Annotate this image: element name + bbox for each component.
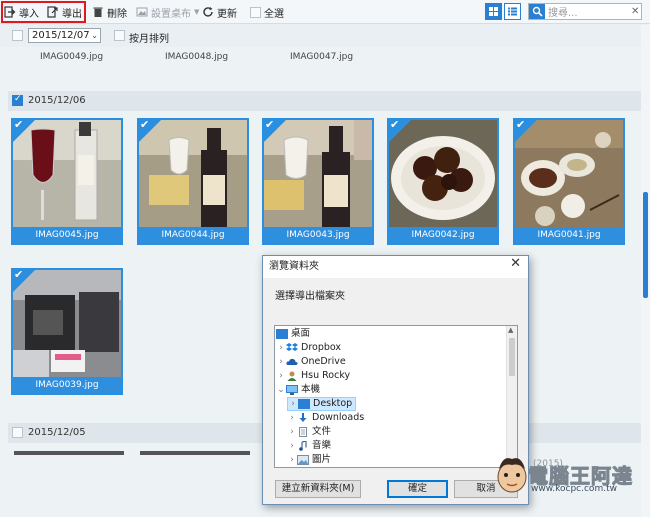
- group-checkbox[interactable]: [12, 94, 23, 106]
- search-icon: [529, 4, 545, 19]
- photo-thumbnail[interactable]: ✔ IMAG0043.jpg: [262, 118, 374, 245]
- scrollbar[interactable]: [641, 25, 650, 517]
- desktop-icon: [276, 329, 288, 339]
- tree-scrollbar[interactable]: ▲ ▼: [506, 326, 517, 467]
- dialog-message: 選擇導出檔案夾: [275, 291, 345, 302]
- date-group-header[interactable]: 2015/12/06: [8, 91, 641, 111]
- download-icon: [297, 413, 309, 423]
- list-icon: [508, 7, 517, 16]
- chevron-down-icon: ▼: [194, 8, 200, 16]
- chevron-right-icon[interactable]: ›: [287, 411, 297, 425]
- sort-by-month-checkbox[interactable]: [114, 30, 125, 41]
- delete-button[interactable]: 刪除: [92, 4, 127, 20]
- scroll-up-icon[interactable]: ▲: [508, 326, 513, 334]
- tree-item-desktop-root[interactable]: 桌面: [276, 327, 310, 341]
- grid-icon: [489, 7, 498, 16]
- image-icon: [136, 6, 148, 18]
- tree-item-user[interactable]: › Hsu Rocky: [276, 369, 350, 383]
- tree-item-music[interactable]: › 音樂: [287, 439, 331, 453]
- grid-view-button[interactable]: [485, 3, 502, 20]
- desktop-icon: [298, 399, 310, 409]
- date-filter-checkbox[interactable]: [12, 30, 23, 41]
- checkmark-icon: ✔: [516, 118, 526, 131]
- close-icon[interactable]: ✕: [510, 256, 521, 271]
- user-icon: [286, 371, 298, 381]
- watermark-url: www.kocpc.com.tw: [531, 484, 617, 494]
- tree-item-onedrive[interactable]: › OneDrive: [276, 355, 345, 369]
- scrollbar-thumb[interactable]: [643, 192, 648, 298]
- chevron-right-icon[interactable]: ›: [288, 397, 298, 411]
- dropbox-icon: [286, 343, 298, 353]
- chevron-right-icon[interactable]: ›: [287, 425, 297, 439]
- new-folder-button[interactable]: 建立新資料夾(M): [275, 480, 361, 498]
- tree-item-dropbox[interactable]: › Dropbox: [276, 341, 341, 355]
- photo-caption: IMAG0044.jpg: [139, 227, 247, 243]
- sort-by-month-label: 按月排列: [129, 34, 169, 45]
- chevron-right-icon[interactable]: ›: [287, 453, 297, 467]
- cloud-icon: [286, 357, 298, 367]
- watermark: 電腦王阿達 www.kocpc.com.tw: [493, 451, 643, 501]
- date-select[interactable]: 2015/12/07 ⌄: [28, 28, 101, 43]
- trash-icon: [92, 6, 104, 18]
- refresh-icon: [202, 6, 214, 18]
- tree-item-desktop[interactable]: › Desktop: [287, 397, 357, 411]
- document-icon: [297, 427, 309, 437]
- chevron-right-icon[interactable]: ›: [276, 355, 286, 369]
- photo-caption: IMAG0043.jpg: [264, 227, 372, 243]
- chevron-right-icon[interactable]: ›: [287, 439, 297, 453]
- tree-scrollbar-thumb[interactable]: [509, 338, 515, 376]
- set-wallpaper-button[interactable]: 設置桌布 ▼: [136, 4, 199, 20]
- folder-tree[interactable]: 桌面 › Dropbox › OneDrive › Hsu Rocky ⌄ 本機…: [274, 325, 518, 468]
- photo-thumbnail[interactable]: ✔ IMAG0044.jpg: [137, 118, 249, 245]
- ok-button[interactable]: 確定: [387, 480, 448, 498]
- tree-item-downloads[interactable]: › Downloads: [287, 411, 364, 425]
- mascot-logo: [495, 455, 529, 495]
- file-name: IMAG0048.jpg: [165, 52, 229, 62]
- dialog-title: 瀏覽資料夾: [263, 256, 528, 278]
- chevron-down-icon: ⌄: [91, 31, 98, 40]
- browse-folder-dialog: 瀏覽資料夾 ✕ 選擇導出檔案夾 桌面 › Dropbox › OneDrive …: [262, 255, 529, 505]
- highlight-box: [1, 1, 86, 23]
- checkmark-icon: ✔: [14, 118, 24, 131]
- checkmark-icon: ✔: [14, 268, 24, 281]
- music-icon: [297, 440, 309, 451]
- checkbox-icon: [250, 6, 261, 18]
- photo-thumbnail[interactable]: ✔ IMAG0039.jpg: [11, 268, 123, 395]
- photo-caption: IMAG0045.jpg: [13, 227, 121, 243]
- checkmark-icon: ✔: [265, 118, 275, 131]
- list-view-button[interactable]: [504, 3, 521, 20]
- checkmark-icon: ✔: [140, 118, 150, 131]
- photo-thumbnail[interactable]: ✔ IMAG0042.jpg: [387, 118, 499, 245]
- file-name: IMAG0047.jpg: [290, 52, 354, 62]
- computer-icon: [286, 385, 298, 395]
- tree-item-documents[interactable]: › 文件: [287, 425, 331, 439]
- photo-caption: IMAG0041.jpg: [515, 227, 623, 243]
- clear-icon[interactable]: ✕: [631, 6, 641, 17]
- search-box[interactable]: 搜尋... ✕: [528, 3, 642, 20]
- picture-icon: [297, 455, 309, 465]
- tree-item-this-pc[interactable]: ⌄ 本機: [276, 383, 320, 397]
- file-name: IMAG0049.jpg: [40, 52, 104, 62]
- chevron-down-icon[interactable]: ⌄: [276, 383, 286, 397]
- checkmark-icon: ✔: [390, 118, 400, 131]
- chevron-right-icon[interactable]: ›: [276, 369, 286, 383]
- photo-caption: IMAG0039.jpg: [13, 377, 121, 393]
- photo-thumbnail[interactable]: ✔ IMAG0045.jpg: [11, 118, 123, 245]
- select-all-checkbox[interactable]: 全選: [250, 4, 284, 20]
- search-input[interactable]: 搜尋...: [545, 4, 631, 19]
- photo-thumbnail[interactable]: ✔ IMAG0041.jpg: [513, 118, 625, 245]
- photo-caption: IMAG0042.jpg: [389, 227, 497, 243]
- refresh-button[interactable]: 更新: [202, 4, 237, 20]
- chevron-right-icon[interactable]: ›: [276, 341, 286, 355]
- group-checkbox[interactable]: [12, 427, 23, 438]
- toolbar: 導入 導出 刪除 設置桌布 ▼ 更新 全選 搜尋... ✕: [0, 0, 650, 24]
- tree-item-pictures[interactable]: › 圖片: [287, 453, 331, 467]
